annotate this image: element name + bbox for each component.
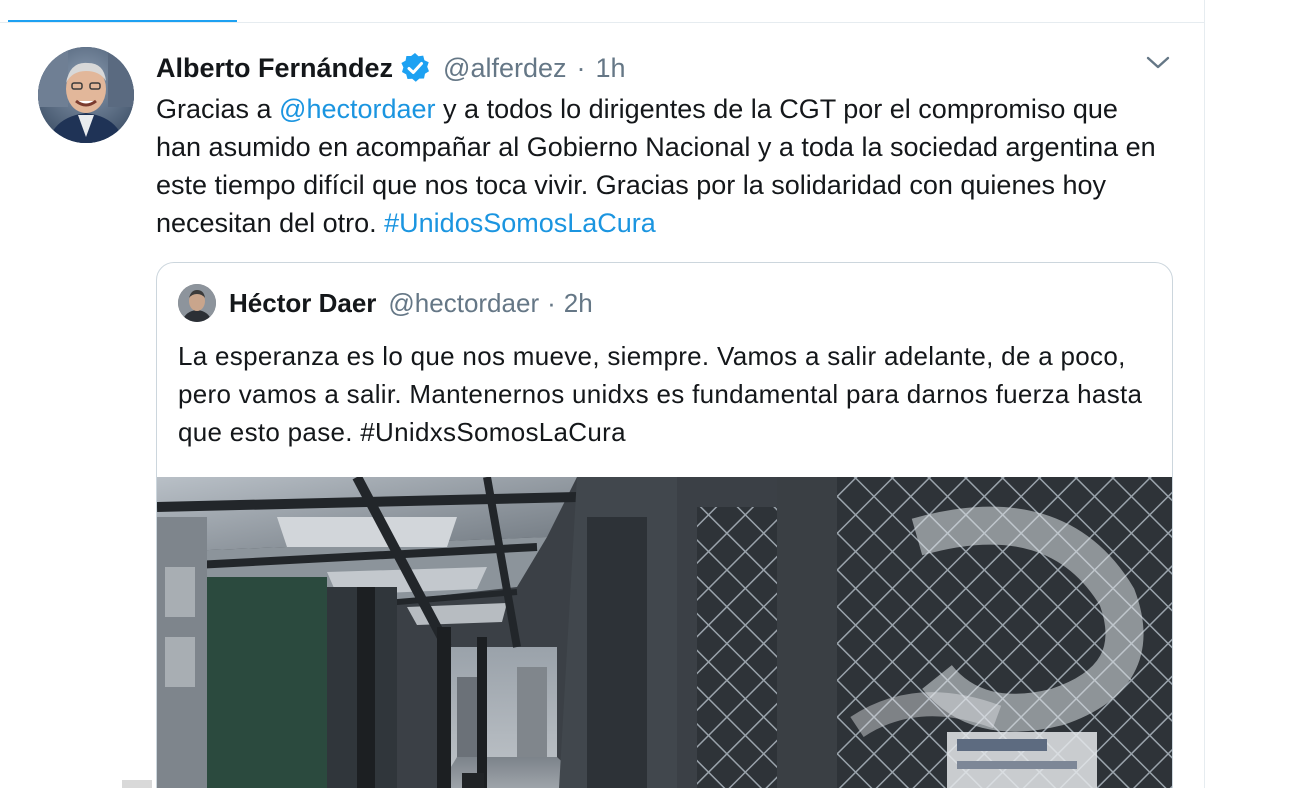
verified-badge-icon	[399, 52, 431, 84]
author-handle[interactable]: @alferdez	[443, 53, 566, 84]
quoted-avatar-photo	[178, 284, 216, 322]
quoted-tweet-timestamp[interactable]: 2h	[564, 288, 593, 319]
column-divider	[1204, 0, 1205, 788]
scroll-indicator	[122, 780, 152, 788]
mention-link[interactable]: @hectordaer	[279, 94, 436, 124]
avatar-photo	[38, 47, 134, 143]
hashtag-link[interactable]: #UnidosSomosLaCura	[384, 208, 656, 238]
quoted-separator-dot: ·	[547, 287, 556, 318]
tweet[interactable]: Alberto Fernández @alferdez · 1h Gracias…	[0, 23, 1204, 788]
avatar[interactable]	[38, 47, 134, 143]
quoted-avatar[interactable]	[178, 284, 216, 322]
street-photo	[157, 477, 1172, 788]
tweet-text-start: Gracias a	[156, 94, 280, 124]
separator-dot: ·	[576, 52, 586, 83]
tweet-timestamp[interactable]: 1h	[596, 53, 626, 84]
quoted-author-name[interactable]: Héctor Daer	[229, 288, 376, 319]
tweet-header: Alberto Fernández @alferdez · 1h	[156, 50, 626, 86]
page: Alberto Fernández @alferdez · 1h Gracias…	[0, 0, 1306, 788]
quoted-tweet-text: La esperanza es lo que nos mueve, siempr…	[178, 341, 1143, 447]
author-name[interactable]: Alberto Fernández	[156, 53, 393, 84]
quoted-tweet-header: Héctor Daer @hectordaer · 2h	[229, 285, 593, 321]
chevron-down-icon[interactable]	[1144, 53, 1172, 73]
tweet-text: Gracias a @hectordaer y a todos lo dirig…	[156, 90, 1166, 242]
quoted-media-photo[interactable]	[157, 477, 1172, 788]
quoted-tweet-card[interactable]: Héctor Daer @hectordaer · 2h La esperanz…	[156, 262, 1173, 788]
quoted-author-handle[interactable]: @hectordaer	[388, 288, 539, 319]
